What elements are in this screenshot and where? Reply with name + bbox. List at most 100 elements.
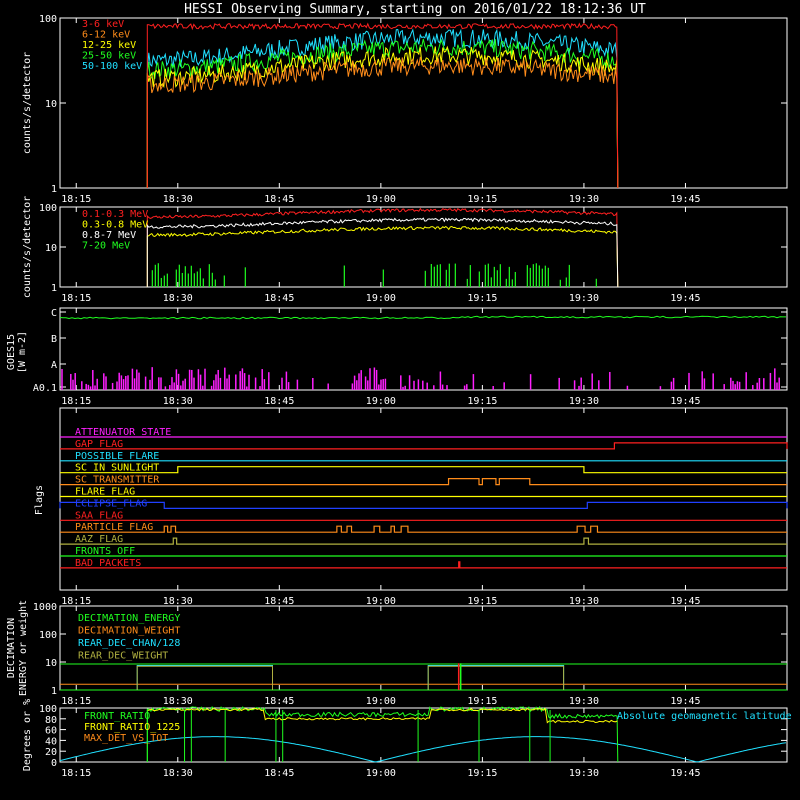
y-tick-label: A [51,360,57,371]
y-tick-label: 100 [39,630,57,641]
x-tick-label: 19:15 [467,768,497,779]
x-tick-label: 18:30 [163,293,193,304]
panel-frame [59,307,788,391]
x-tick-label: 18:45 [264,396,294,407]
panel-1: 18:15 18:30 18:45 19:00 19:15 19:30 19:45 count… [22,14,788,205]
flag-label-saa-flag: SAA_FLAG [75,510,123,521]
observing-summary-figure: HESSI Observing Summary, starting on 201… [6,2,792,779]
x-tick-label: 18:45 [264,596,294,607]
y-axis-label: GOES15 [6,334,17,370]
legend-rear-dec-weight: REAR_DEC_WEIGHT [78,651,168,662]
y-tick-label: 10 [45,243,57,254]
flag-label-attenuator-state: ATTENUATOR_STATE [75,427,171,438]
y-axis-label: counts/s/detector [22,52,33,154]
legend-geomagnetic-latitude: Absolute geomagnetic latitude [617,711,792,722]
x-tick-label: 19:00 [366,396,396,407]
flag-label-flare-flag: FLARE_FLAG [75,487,135,498]
y-axis-label-units: [W m-2] [17,331,28,373]
series-goes-short [61,367,780,390]
y-tick-label: C [51,308,57,319]
flag-label-sc-in-sunlight: SC_IN_SUNLIGHT [75,463,159,474]
x-tick-label: 18:45 [264,696,294,707]
legend-0-3-0-8-mev: 0.3-0.8 MeV [82,220,148,231]
flag-label-possible-flare: POSSIBLE_FLARE [75,451,159,462]
y-tick-label: 100 [39,704,57,715]
x-tick-label: 18:15 [61,396,91,407]
y-axis-label: DECIMATION [6,618,17,678]
legend-6-12-kev: 6-12 keV [82,30,130,41]
x-tick-label: 19:45 [670,696,700,707]
x-tick-label: 18:30 [163,596,193,607]
flag-label-fronts-off: FRONTS_OFF [75,546,135,557]
flag-label-gap-flag: GAP_FLAG [75,439,123,450]
x-tick-label: 19:00 [366,596,396,607]
flag-label-eclipse-flag: ECLIPSE_FLAG [75,498,147,509]
x-tick-label: 19:15 [467,293,497,304]
series-7-20-MeV [151,263,597,287]
legend-rear-dec-chan-128: REAR_DEC_CHAN/128 [78,638,180,649]
series-rear-dec-weight-2 [427,665,565,690]
x-tick-label: 19:45 [670,596,700,607]
y-tick-label: 100 [39,14,57,25]
series-goes-long [59,315,786,320]
y-tick-label: 80 [45,715,57,726]
panel-frame [59,17,788,189]
x-tick-label: 19:45 [670,396,700,407]
flag-line-bad-packets [60,561,787,569]
x-tick-label: 19:00 [366,194,396,205]
legend-12-25-kev: 12-25 keV [82,40,136,51]
series-50-100-keV [146,28,619,189]
flag-line-particle-flag [60,525,787,533]
x-tick-label: 18:45 [264,768,294,779]
flag-label-particle-flag: PARTICLE_FLAG [75,522,153,533]
x-tick-label: 19:45 [670,293,700,304]
x-tick-label: 18:30 [163,696,193,707]
y-tick-label: 100 [39,203,57,214]
x-tick-label: 18:30 [163,768,193,779]
flag-label-bad-packets: BAD_PACKETS [75,558,141,569]
flag-line-eclipse-flag [59,501,788,509]
legend-decimation-weight: DECIMATION_WEIGHT [78,626,180,637]
legend-front-ratio-1225: FRONT_RATIO_1225 [84,722,180,733]
figure-title: HESSI Observing Summary, starting on 201… [184,2,646,17]
legend-25-50-kev: 25-50 keV [82,51,136,62]
flag-line-aaz-flag [60,537,787,545]
legend-3-6-kev: 3-6 keV [82,19,124,30]
x-tick-label: 19:00 [366,293,396,304]
y-axis-label-2: ENERGY or weight [18,600,29,696]
y-tick-label: 1 [51,283,57,294]
series-0-3-0-8-MeV [146,225,619,288]
legend-decimation-energy: DECIMATION_ENERGY [78,613,180,624]
x-tick-label: 18:45 [264,293,294,304]
series-rear-dec-chan-2 [427,665,565,690]
x-tick-label: 19:15 [467,696,497,707]
series-rear-dec-weight-1 [136,665,273,690]
y-tick-label: B [51,334,57,345]
x-tick-label: 19:00 [366,696,396,707]
x-tick-label: 18:15 [61,768,91,779]
y-tick-label: 1000 [33,602,57,613]
y-tick-label: 20 [45,747,57,758]
panel-6: 18:15 18:30 18:45 19:00 19:15 19:30 19:45 Degre… [22,699,792,779]
x-tick-label: 19:30 [569,596,599,607]
y-tick-label: 0 [51,758,57,769]
x-tick-label: 19:30 [569,768,599,779]
flag-label-aaz-flag: AAZ_FLAG [75,534,123,545]
y-tick-label: A0.1 [33,383,57,394]
x-tick-label: 18:30 [163,396,193,407]
x-tick-label: 19:30 [569,696,599,707]
y-tick-label: 10 [45,658,57,669]
x-tick-label: 18:15 [61,293,91,304]
panel-3: 18:15 18:30 18:45 19:00 19:15 19:30 19:45 GOES1… [6,307,788,407]
y-tick-label: 1 [51,686,57,697]
series-rear-dec-chan-1 [136,665,273,690]
x-tick-label: 18:30 [163,194,193,205]
legend-50-100-kev: 50-100 keV [82,61,142,72]
x-tick-label: 18:15 [61,596,91,607]
flag-label-sc-transmitter: SC_TRANSMITTER [75,475,160,486]
flag-line-sc-transmitter [60,478,787,486]
x-tick-label: 18:15 [61,696,91,707]
legend-7-20-mev: 7-20 MeV [82,241,130,252]
legend-max-det-vs-tot: MAX_DET_VS_TOT [84,733,168,744]
panels: 18:15 18:30 18:45 19:00 19:15 19:30 19:45 count… [6,14,792,779]
